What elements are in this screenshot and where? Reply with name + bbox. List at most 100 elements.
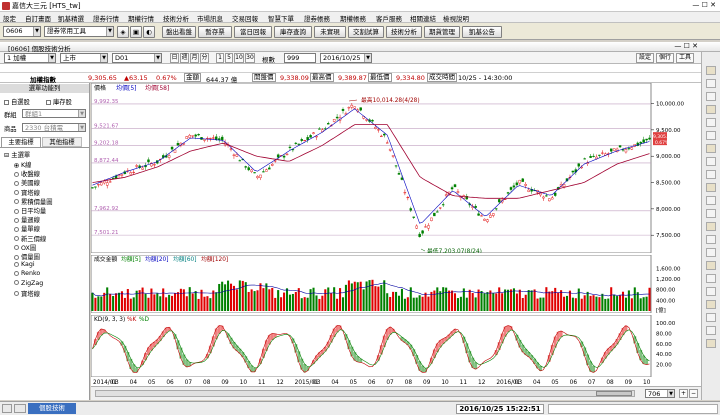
toolbar-button[interactable]: 暫存票: [198, 26, 232, 38]
indicator-item[interactable]: Renko: [14, 270, 40, 277]
toolbar-icon-button[interactable]: ▣: [130, 26, 142, 38]
menu-item[interactable]: 證券帳務: [304, 13, 330, 23]
menu-item[interactable]: 相關連結: [410, 13, 436, 23]
menu-item[interactable]: 客戶服務: [376, 13, 402, 23]
toolbar-button[interactable]: 技術分析: [386, 26, 422, 38]
radio-button[interactable]: [14, 291, 19, 297]
drawing-tool-icon[interactable]: [706, 209, 716, 218]
radio-button[interactable]: [14, 199, 19, 205]
calendar-icon[interactable]: ▼: [364, 54, 371, 62]
freq-month-button[interactable]: 月: [190, 53, 199, 63]
menu-item[interactable]: 檢視說明: [443, 13, 469, 23]
freq-day-button[interactable]: 日: [170, 53, 179, 63]
freq-week-button[interactable]: 週: [180, 53, 189, 63]
toolbar-button[interactable]: 凱基公告: [462, 26, 502, 38]
tab-main-indicators[interactable]: 主要指標: [1, 137, 41, 147]
toolbar-icon-button[interactable]: ◈: [117, 26, 129, 38]
horizontal-scrollbar[interactable]: [95, 390, 635, 397]
zoom-in-button[interactable]: +: [679, 389, 688, 398]
min-1-button[interactable]: 1: [216, 53, 224, 63]
radio-button[interactable]: [14, 254, 19, 260]
indicator-item[interactable]: 收盤線: [14, 169, 40, 178]
menu-item[interactable]: 設定: [3, 13, 16, 23]
toolbar-button[interactable]: 交割試算: [348, 26, 384, 38]
radio-button[interactable]: [14, 190, 19, 196]
radio-button[interactable]: [14, 208, 19, 214]
drawing-tool-icon[interactable]: [706, 183, 716, 192]
status-icon[interactable]: [2, 404, 12, 413]
chevron-down-icon[interactable]: ▼: [78, 124, 85, 131]
drawing-tool-icon[interactable]: [706, 326, 716, 335]
indicator-item[interactable]: 美國線: [14, 178, 40, 187]
chevron-down-icon[interactable]: ▼: [667, 390, 674, 397]
indicator-item[interactable]: K線: [14, 160, 31, 169]
freq-minute-button[interactable]: 分: [200, 53, 209, 63]
indicator-item[interactable]: 日平均量: [14, 206, 46, 215]
indicator-item[interactable]: 量單線: [14, 224, 40, 233]
indicator-item[interactable]: 寶塔線: [14, 289, 40, 298]
drawing-tool-icon[interactable]: [706, 170, 716, 179]
toolbar-button[interactable]: 庫存查詢: [274, 26, 312, 38]
drawing-tool-icon[interactable]: [706, 118, 716, 127]
radio-button[interactable]: [14, 162, 19, 168]
drawing-tool-icon[interactable]: [706, 222, 716, 231]
min-5-button[interactable]: 5: [225, 53, 233, 63]
chevron-down-icon[interactable]: ▼: [106, 27, 113, 36]
chevron-down-icon[interactable]: ▼: [48, 54, 55, 62]
tab-other-indicators[interactable]: 其他指標: [42, 137, 82, 147]
drawing-tool-icon[interactable]: [706, 248, 716, 257]
drawing-tool-icon[interactable]: [706, 261, 716, 270]
menu-item[interactable]: 期權行情: [128, 13, 154, 23]
radio-button[interactable]: [14, 245, 19, 251]
group-select[interactable]: 群組1 ▼: [22, 109, 86, 118]
toolbar-button[interactable]: 期貨管理: [424, 26, 460, 38]
settings-button[interactable]: 設定: [636, 53, 654, 63]
drawing-tool-icon[interactable]: [706, 66, 716, 75]
indicator-item[interactable]: ZigZag: [14, 280, 43, 287]
radio-button[interactable]: [14, 171, 19, 177]
drawing-tool-icon[interactable]: [706, 131, 716, 140]
drawing-tool-icon[interactable]: [706, 144, 716, 153]
indicator-item[interactable]: OX圖: [14, 243, 36, 252]
menu-item[interactable]: 期權帳務: [340, 13, 366, 23]
drawing-tool-icon[interactable]: [706, 274, 716, 283]
indicator-item[interactable]: 累積價量圖: [14, 197, 52, 206]
indicator-item[interactable]: Kagi: [14, 261, 35, 268]
menu-item[interactable]: 智慧下單: [268, 13, 294, 23]
toolbar-button[interactable]: 未實現: [314, 26, 346, 38]
tools-button[interactable]: 工具: [676, 53, 694, 63]
count-input[interactable]: 999: [284, 53, 316, 63]
product-select[interactable]: 2330 台積電 ▼: [22, 123, 86, 132]
drawing-tool-icon[interactable]: [706, 300, 716, 309]
toolbar-button[interactable]: 盤出看盤: [162, 26, 196, 38]
min-10-button[interactable]: 10: [234, 53, 244, 63]
chevron-down-icon[interactable]: ▼: [78, 110, 85, 117]
zoom-select[interactable]: 706 ▼: [645, 389, 675, 398]
code-input[interactable]: 0606 ▼: [3, 26, 41, 37]
date-picker[interactable]: 2016/10/25 ▼: [320, 53, 372, 63]
child-window-controls[interactable]: — ☐ ✕: [674, 42, 698, 50]
radio-button[interactable]: [14, 236, 19, 242]
check-watchlist[interactable]: 自選股: [4, 97, 30, 106]
min-30-button[interactable]: 30: [245, 53, 255, 63]
status-icon[interactable]: [14, 404, 26, 413]
radio-button[interactable]: [14, 261, 19, 267]
menu-item[interactable]: 證券行情: [93, 13, 119, 23]
drawing-tool-icon[interactable]: [706, 339, 716, 348]
market-select[interactable]: 上市 ▼: [60, 53, 108, 63]
toolbar-icon-button[interactable]: ◐: [143, 26, 155, 38]
menu-item[interactable]: 自訂畫面: [25, 13, 51, 23]
period-select[interactable]: D01 ▼: [112, 53, 162, 63]
indicator-item[interactable]: 價量圖: [14, 252, 40, 261]
stock-button[interactable]: 個行: [656, 53, 674, 63]
indicator-item[interactable]: 量週線: [14, 215, 40, 224]
indicator-item[interactable]: 新三價線: [14, 234, 46, 243]
window-controls[interactable]: — ☐ ✕: [692, 1, 716, 9]
radio-button[interactable]: [14, 270, 19, 276]
chevron-down-icon[interactable]: ▼: [154, 54, 161, 62]
chevron-down-icon[interactable]: ▼: [33, 27, 40, 36]
symbol-select[interactable]: 1 加權 ▼: [4, 53, 56, 63]
chevron-down-icon[interactable]: ▼: [100, 54, 107, 62]
zoom-out-button[interactable]: −: [689, 389, 698, 398]
menu-item[interactable]: 凱基精選: [58, 13, 84, 23]
